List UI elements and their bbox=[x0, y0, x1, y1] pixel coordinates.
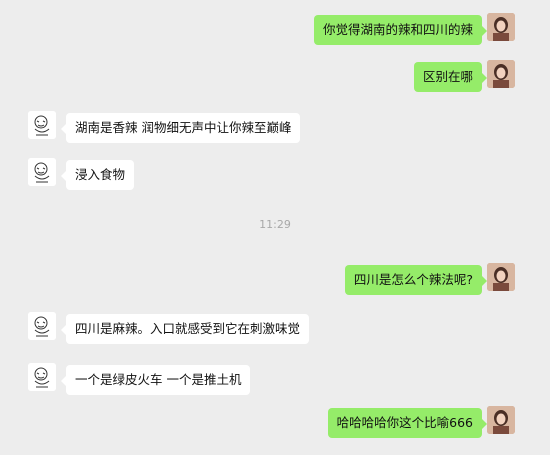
message-bubble-incoming[interactable]: 四川是麻辣。入口就感受到它在刺激味觉 bbox=[60, 314, 310, 344]
woman-photo-avatar[interactable] bbox=[487, 406, 515, 434]
message-bubble-outgoing[interactable]: 四川是怎么个辣法呢? bbox=[344, 265, 488, 295]
meme-face-avatar[interactable] bbox=[28, 363, 56, 391]
message-bubble-incoming[interactable]: 湖南是香辣 润物细无声中让你辣至巅峰 bbox=[60, 113, 301, 143]
message-bubble-outgoing[interactable]: 哈哈哈哈你这个比喻666 bbox=[327, 408, 488, 438]
woman-photo-avatar[interactable] bbox=[487, 13, 515, 41]
chat-area: 你觉得湖南的辣和四川的辣 区别在哪 湖南是香辣 润物细无声中让你辣至巅峰 浸入食… bbox=[0, 0, 550, 455]
woman-photo-avatar[interactable] bbox=[487, 60, 515, 88]
message-bubble-outgoing[interactable]: 你觉得湖南的辣和四川的辣 bbox=[313, 15, 488, 45]
meme-face-avatar[interactable] bbox=[28, 312, 56, 340]
meme-face-avatar[interactable] bbox=[28, 158, 56, 186]
meme-face-avatar[interactable] bbox=[28, 111, 56, 139]
message-bubble-incoming[interactable]: 浸入食物 bbox=[60, 160, 135, 190]
message-bubble-outgoing[interactable]: 区别在哪 bbox=[413, 62, 488, 92]
message-bubble-incoming[interactable]: 一个是绿皮火车 一个是推土机 bbox=[60, 365, 251, 395]
woman-photo-avatar[interactable] bbox=[487, 263, 515, 291]
timestamp: 11:29 bbox=[259, 218, 291, 231]
